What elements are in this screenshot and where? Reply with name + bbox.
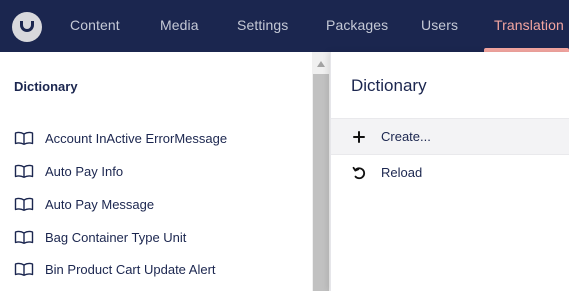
scroll-up-arrow-icon[interactable] xyxy=(317,61,325,67)
nav-translation[interactable]: Translation xyxy=(494,17,564,33)
tree-item[interactable]: Auto Pay Info xyxy=(14,162,123,180)
actions-panel: Dictionary Create... Reload xyxy=(330,52,569,291)
book-icon xyxy=(14,262,34,276)
tree-scrollbar[interactable] xyxy=(312,52,330,291)
scroll-thumb[interactable] xyxy=(313,74,329,291)
tree-item-label: Auto Pay Message xyxy=(45,196,155,212)
tree-item[interactable]: Bag Container Type Unit xyxy=(14,228,186,246)
reload-menu-item[interactable]: Reload xyxy=(331,154,569,191)
dictionary-tree: Dictionary Account InActive ErrorMessage… xyxy=(0,52,312,291)
nav-packages[interactable]: Packages xyxy=(326,17,388,33)
tree-item-label: Auto Pay Info xyxy=(45,163,124,179)
book-icon xyxy=(14,164,34,178)
book-icon xyxy=(14,197,34,211)
create-label: Create... xyxy=(381,129,431,144)
tree-item[interactable]: Auto Pay Message xyxy=(14,195,154,213)
umbraco-logo-icon[interactable] xyxy=(12,12,42,42)
tree-title[interactable]: Dictionary xyxy=(14,79,78,94)
create-menu-item[interactable]: Create... xyxy=(331,118,569,155)
book-icon xyxy=(14,230,34,244)
reload-icon xyxy=(351,165,367,181)
tree-item[interactable]: Bin Product Cart Update Alert xyxy=(14,260,216,278)
nav-users[interactable]: Users xyxy=(421,17,458,33)
nav-media[interactable]: Media xyxy=(160,17,199,33)
plus-icon xyxy=(351,129,367,145)
top-header: Content Media Settings Packages Users Tr… xyxy=(0,0,569,52)
tree-item[interactable]: Account InActive ErrorMessage xyxy=(14,129,227,147)
reload-label: Reload xyxy=(381,165,423,180)
book-icon xyxy=(14,131,34,145)
actions-panel-title: Dictionary xyxy=(351,76,427,95)
nav-settings[interactable]: Settings xyxy=(237,17,288,33)
tree-item-label: Account InActive ErrorMessage xyxy=(45,130,228,146)
tree-item-label: Bag Container Type Unit xyxy=(45,229,187,245)
tree-item-label: Bin Product Cart Update Alert xyxy=(45,261,216,277)
nav-content[interactable]: Content xyxy=(70,17,120,33)
